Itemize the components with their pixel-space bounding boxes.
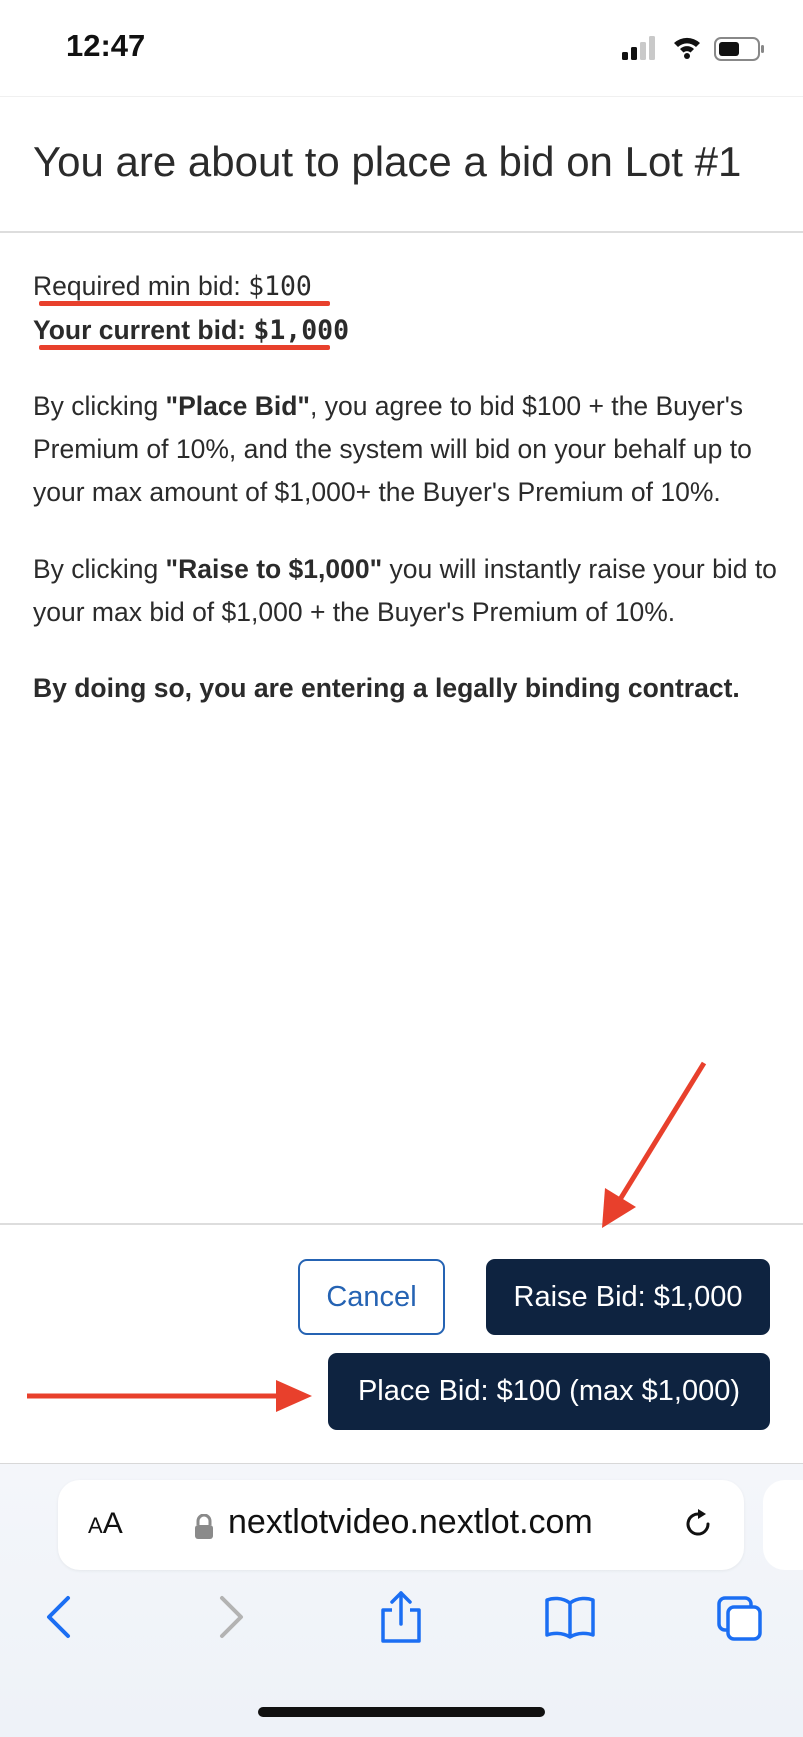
para1-bold: "Place Bid" [165,391,310,421]
status-divider [0,96,803,97]
footer-divider [0,1223,803,1225]
raise-bid-button[interactable]: Raise Bid: $1,000 [486,1259,770,1335]
aa-large: A [102,1507,123,1540]
legal-notice: By doing so, you are entering a legally … [33,673,740,703]
para2-bold: "Raise to $1,000" [165,554,383,584]
raise-bid-explanation: By clicking "Raise to $1,000" you will i… [33,548,778,634]
url-text[interactable]: nextlotvideo.nextlot.com [228,1503,593,1542]
current-bid-label: Your current bid: [33,315,254,345]
para1-prefix: By clicking [33,391,166,421]
aa-small: A [88,1513,103,1538]
wifi-icon [674,37,700,59]
battery-icon [714,37,764,61]
status-time: 12:47 [66,28,146,63]
reader-options-button[interactable]: AA [88,1507,123,1541]
browser-divider [0,1463,803,1464]
forward-icon[interactable] [216,1595,246,1639]
header-divider [0,231,803,233]
tabs-icon[interactable] [716,1595,764,1641]
min-bid-value: $100 [248,271,312,302]
para2-prefix: By clicking [33,554,166,584]
current-bid-value: $1,000 [253,315,350,346]
annotation-underline-current-bid [39,345,330,350]
place-bid-explanation: By clicking "Place Bid", you agree to bi… [33,385,778,514]
home-indicator [258,1707,545,1717]
signal-icon [622,36,655,60]
place-bid-button[interactable]: Place Bid: $100 (max $1,000) [328,1353,770,1430]
cancel-button[interactable]: Cancel [298,1259,445,1335]
back-icon[interactable] [44,1595,74,1639]
next-tab-pill[interactable] [763,1480,803,1570]
modal-title: You are about to place a bid on Lot #1 [33,138,742,185]
share-icon[interactable] [378,1590,424,1644]
lock-icon [195,1514,213,1539]
bookmarks-icon[interactable] [544,1595,596,1639]
reload-icon[interactable] [681,1507,715,1541]
annotation-underline-min-bid [39,301,330,306]
min-bid-label: Required min bid: [33,271,249,301]
